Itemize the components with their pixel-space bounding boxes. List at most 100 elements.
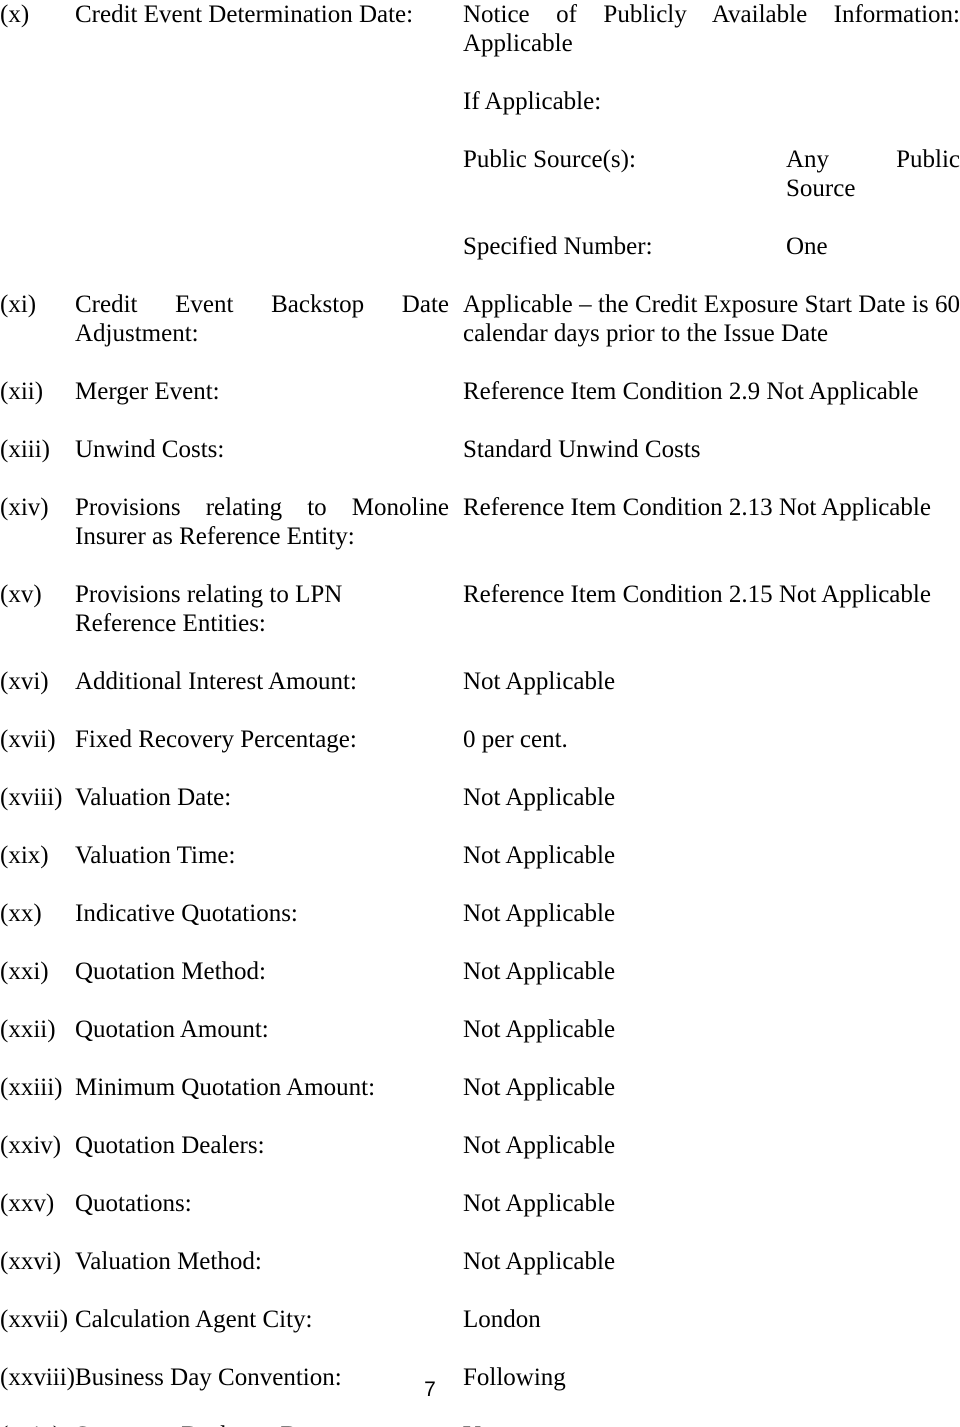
term-value-cell: Not Applicable [463,899,960,928]
term-value-cell: Applicable – the Credit Exposure Start D… [463,290,960,348]
term-sub-row: If Applicable: [463,87,960,116]
term-row-spacer [0,464,960,493]
term-row: (xii) Merger Event: Reference Item Conditi… [0,377,960,406]
term-label: Additional Interest Amount: [75,668,357,695]
term-row-spacer [0,1160,960,1189]
term-row: (xxii) Quotation Amount: Not Applicable [0,1015,960,1044]
term-sub-label: Specified Number: [463,233,653,260]
term-value: London [463,1306,541,1333]
term-label: Quotations: [75,1190,192,1217]
term-value: Not Applicable [463,958,616,985]
term-label: Credit Event Backstop Date Adjustment: [75,291,449,347]
term-value-cell: London [463,1305,960,1334]
term-row: (xvii) Fixed Recovery Percentage: 0 per ce… [0,725,960,754]
term-value-cell: Standard Unwind Costs [463,435,960,464]
term-label: Valuation Time: [75,842,236,869]
term-label: Successor Backstop Date: [75,1421,463,1427]
term-row-spacer [0,754,960,783]
sub-row-spacer [463,58,960,87]
term-label: Fixed Recovery Percentage: [75,726,357,753]
term-label: Credit Event Determination Date: [75,1,414,28]
term-value-cell: Reference Item Condition 2.13 Not Applic… [463,493,960,522]
term-label: Valuation Method: [75,1248,262,1275]
term-value: Notice of Publicly Available Information… [463,1,960,57]
term-row: (xiii) Unwind Costs: Standard Unwind Costs [0,435,960,464]
term-row: (xxvii) Calculation Agent City: London [0,1305,960,1334]
term-sub-label: If Applicable: [463,88,602,115]
term-value-cell: Not Applicable [463,783,960,812]
term-value: Not Applicable [463,900,616,927]
term-row: (xix) Valuation Time: Not Applicable [0,841,960,870]
term-label: Provisions relating to LPN Reference Ent… [75,581,343,637]
term-numeral: (xiv) [0,494,49,521]
sub-row-spacer [463,116,960,145]
term-value-cell: 0 per cent. [463,725,960,754]
term-label: Unwind Costs: [75,436,225,463]
term-value-cell: Not Applicable [463,1189,960,1218]
term-row-spacer [0,1218,960,1247]
term-label: Quotation Method: [75,958,266,985]
term-numeral: (xiii) [0,436,50,463]
term-row: (xviii) Valuation Date: Not Applicable [0,783,960,812]
sub-row-spacer [463,203,960,232]
term-sub-label: Public Source(s): [463,146,636,173]
term-numeral: (xv) [0,581,42,608]
term-row-spacer [0,928,960,957]
term-numeral: (xii) [0,378,44,405]
term-row: (xvi) Additional Interest Amount: Not Appl… [0,667,960,696]
term-label: Quotation Amount: [75,1016,269,1043]
term-sub-value: One [786,233,828,260]
term-row-spacer [0,1044,960,1073]
term-numeral: (xxiii) [0,1074,63,1101]
term-row-spacer [0,1334,960,1363]
term-value: Yes [463,1421,960,1427]
term-numeral: (xix) [0,842,49,869]
term-row-spacer [0,406,960,435]
term-value-cell: Not Applicable [463,957,960,986]
term-value-cell: Not Applicable [463,1015,960,1044]
term-numeral: (xxvii) [0,1306,69,1333]
term-numeral: (xxiv) [0,1132,62,1159]
term-value-cell: Not Applicable [463,841,960,870]
term-row: (xi) Credit Event Backstop Date Adjustmen… [0,290,960,348]
term-numeral: (xxvi) [0,1248,62,1275]
term-value: Not Applicable [463,1074,616,1101]
term-numeral: (xi) [0,291,37,318]
term-row-spacer [0,638,960,667]
term-numeral: (xxv) [0,1190,55,1217]
term-row: (xx) Indicative Quotations: Not Applicable [0,899,960,928]
term-value-cell: Notice of Publicly Available Information… [463,0,960,261]
page-number: 7 [424,1378,436,1401]
term-numeral: (xxii) [0,1016,56,1043]
term-value: Not Applicable [463,668,616,695]
term-row: (xiv) Provisions relating to Monoline Ins… [0,493,960,551]
term-row: (xxix)Successor Backstop Date:Yes [0,1421,960,1427]
term-value-cell: Not Applicable [463,1073,960,1102]
term-label: Calculation Agent City: [75,1306,313,1333]
term-value-cell: Not Applicable [463,667,960,696]
term-label: Valuation Date: [75,784,232,811]
term-value-cell: Yes [463,1421,960,1427]
term-row-spacer [0,870,960,899]
term-row-spacer [0,348,960,377]
term-label: Minimum Quotation Amount: [75,1074,376,1101]
document-page: (x) Credit Event Determination Date: Notic… [0,0,960,1427]
term-numeral: (xviii) [0,784,63,811]
term-numeral: (xvii) [0,726,56,753]
term-value-cell: Reference Item Condition 2.15 Not Applic… [463,580,960,609]
term-numeral: (xvi) [0,668,49,695]
term-row: (xxvi) Valuation Method: Not Applicable [0,1247,960,1276]
term-row-spacer [0,551,960,580]
term-numeral: (xxi) [0,958,49,985]
term-label: Merger Event: [75,378,220,405]
term-value: Reference Item Condition 2.13 Not Applic… [463,494,931,521]
term-value: Not Applicable [463,1248,616,1275]
term-row-spacer [0,1276,960,1305]
term-value: Not Applicable [463,842,616,869]
term-sub-row: Public Source(s): Any Public Source [463,145,960,203]
term-sub-block: If Applicable: Public Source(s): Any Publi… [463,58,960,261]
term-value: Standard Unwind Costs [463,436,701,463]
term-row-spacer [0,1102,960,1131]
term-row-spacer [0,696,960,725]
term-value-cell: Not Applicable [463,1247,960,1276]
